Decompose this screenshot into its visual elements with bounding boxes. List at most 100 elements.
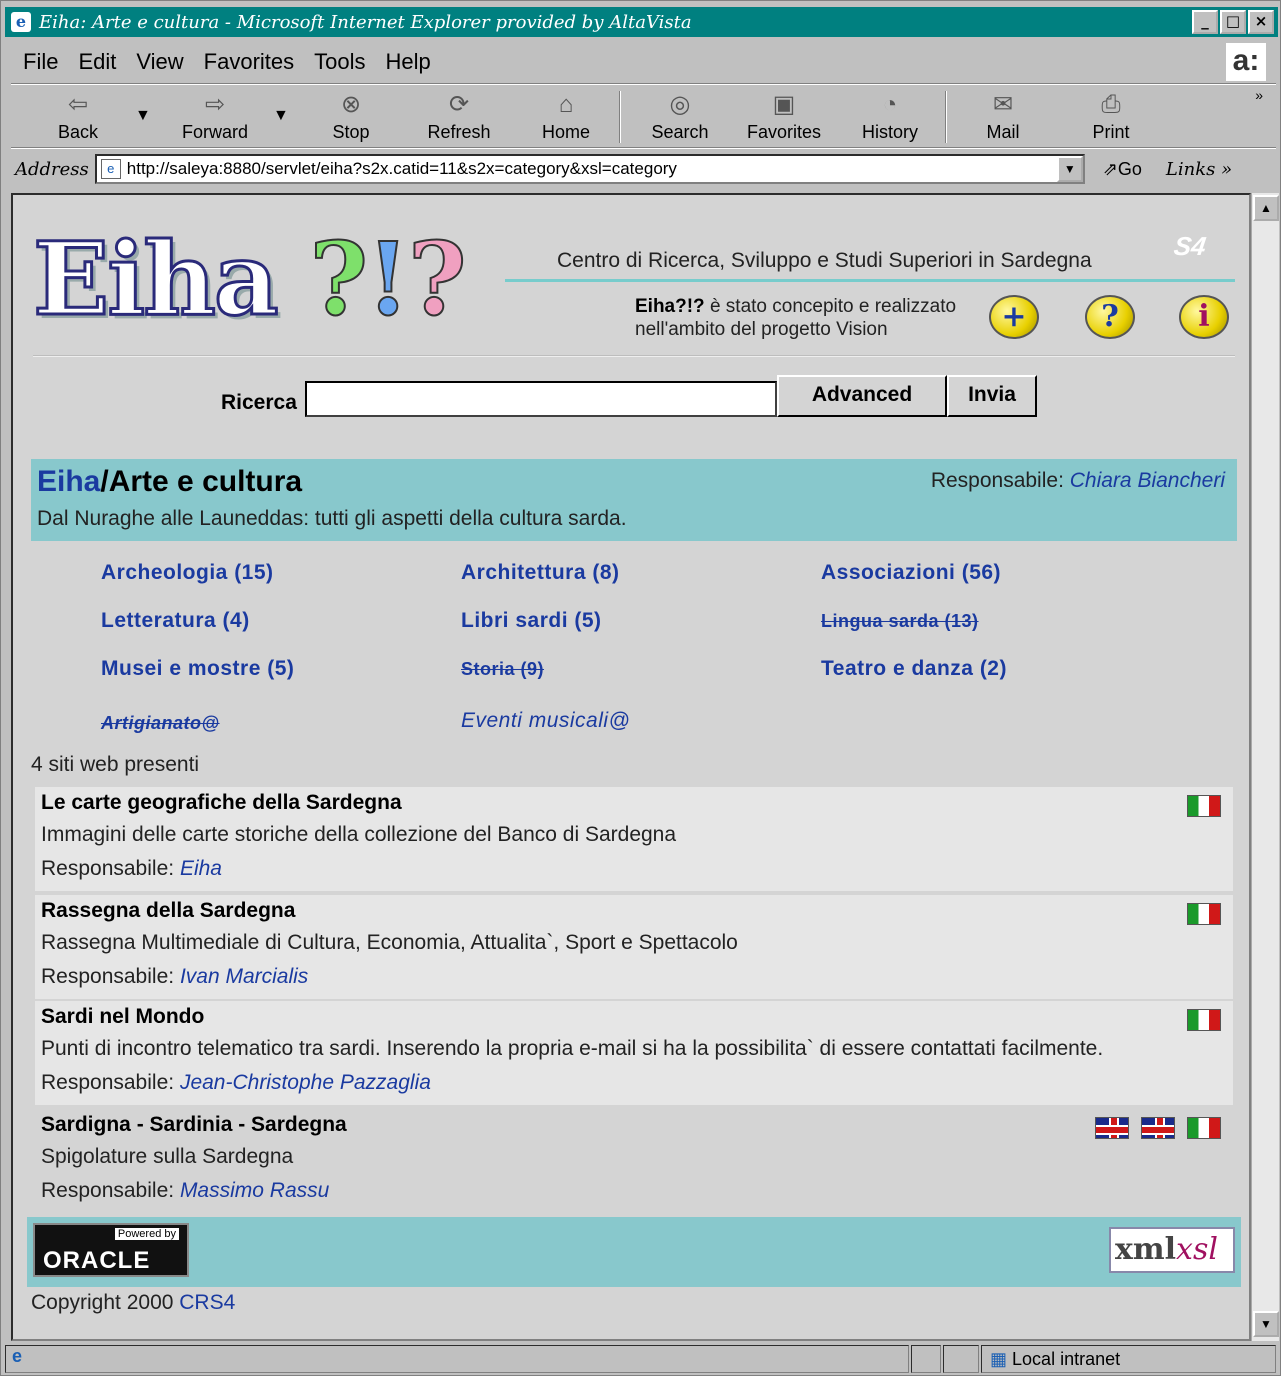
subcategory-eventi-musicali[interactable]: Eventi musicali@ [461,709,630,733]
mail-button[interactable]: ✉ Mail [973,87,1033,147]
category-header: Eiha/Arte e cultura Dal Nuraghe alle Lau… [31,459,1237,541]
site-title[interactable]: Sardi nel Mondo [41,1005,204,1029]
add-site-icon[interactable]: + [989,295,1039,339]
site-responsible-link[interactable]: Jean-Christophe Pazzaglia [180,1071,431,1094]
menu-file[interactable]: File [23,49,58,75]
forward-arrow-icon: ⇨ [204,91,226,118]
site-count: 4 siti web presenti [31,753,200,776]
menu-tools[interactable]: Tools [314,49,365,75]
site-title[interactable]: Sardigna - Sardinia - Sardegna [41,1113,347,1137]
subcategory-libri-sardi[interactable]: Libri sardi (5) [461,609,602,633]
status-text-cell: e [5,1345,909,1373]
favorites-icon: ▣ [772,91,796,118]
menu-view[interactable]: View [136,49,183,75]
site-title[interactable]: Rassegna della Sardegna [41,899,295,923]
print-button[interactable]: ⎙ Print [1083,87,1139,147]
address-dropdown-icon[interactable]: ▼ [1056,156,1083,182]
header-divider [33,355,1235,357]
italian-flag-icon [1187,1009,1221,1031]
back-arrow-icon: ⇦ [67,91,89,118]
stop-button[interactable]: ⊗ Stop [321,87,381,147]
subcategory-letteratura[interactable]: Letteratura (4) [101,609,250,633]
page-content: Eiha ?!? Centro di Ricerca, Sviluppo e S… [11,193,1251,1341]
subcategory-teatro-danza[interactable]: Teatro e danza (2) [821,657,1007,681]
subcategory-architettura[interactable]: Architettura (8) [461,561,620,585]
page-status-icon: e [12,1346,23,1366]
close-button[interactable]: × [1248,10,1274,34]
italian-flag-icon [1187,795,1221,817]
subcategory-associazioni[interactable]: Associazioni (56) [821,561,1001,585]
site-description: Rassegna Multimediale di Cultura, Econom… [41,931,738,954]
site-responsible: Responsabile: Eiha [41,857,222,880]
forward-dropdown-icon[interactable]: ▼ [273,107,289,125]
italian-flag-icon [1187,903,1221,925]
advanced-button[interactable]: Advanced [777,375,947,417]
oracle-logo[interactable]: Powered by ORACLE [33,1223,189,1277]
address-input[interactable]: e http://saleya:8880/servlet/eiha?s2x.ca… [94,154,1085,184]
home-icon: ⌂ [558,91,574,118]
breadcrumb-root[interactable]: Eiha [37,465,100,498]
header-rule [505,279,1235,282]
zone-cell: ▦ Local intranet [981,1345,1276,1373]
subcategory-lingua-sarda[interactable]: Lingua sarda (13) [821,611,979,632]
subcategory-archeologia[interactable]: Archeologia (15) [101,561,274,585]
info-icon[interactable]: i [1179,295,1229,339]
crs4-link[interactable]: CRS4 [179,1291,235,1314]
address-url: http://saleya:8880/servlet/eiha?s2x.cati… [126,159,677,178]
links-button[interactable]: Links » [1166,159,1232,180]
menu-bar: File Edit View Favorites Tools Help [15,43,443,81]
responsible-link[interactable]: Chiara Biancheri [1070,469,1225,492]
back-dropdown-icon[interactable]: ▼ [135,107,151,125]
menu-help[interactable]: Help [386,49,431,75]
invia-button[interactable]: Invia [947,375,1037,417]
search-label: Ricerca [221,391,297,414]
site-responsible-link[interactable]: Massimo Rassu [180,1179,329,1202]
site-responsible-link[interactable]: Eiha [180,857,222,880]
help-icon[interactable]: ? [1085,295,1135,339]
vertical-scrollbar[interactable]: ▲ ▼ [1251,193,1279,1341]
eiha-info: Eiha?!? è stato concepito e realizzato n… [635,296,957,340]
minimize-button[interactable]: _ [1192,10,1218,34]
category-responsible: Responsabile: Chiara Biancheri [930,469,1225,492]
uk-flag-icon [1141,1117,1175,1139]
home-button[interactable]: ⌂ Home [533,87,599,147]
site-responsible-link[interactable]: Ivan Marcialis [180,965,308,988]
site-title[interactable]: Le carte geografiche della Sardegna [41,791,402,815]
scroll-up-icon[interactable]: ▲ [1253,195,1279,221]
crs4-logo[interactable]: S4 [1156,223,1224,269]
scroll-down-icon[interactable]: ▼ [1253,1311,1279,1337]
maximize-button[interactable]: □ [1220,10,1246,34]
history-icon: ◔ [882,91,898,118]
browser-window: e Eiha: Arte e cultura - Microsoft Inter… [0,0,1281,1376]
window-title: Eiha: Arte e cultura - Microsoft Interne… [39,11,692,33]
subcategory-artigianato[interactable]: Artigianato@ [101,713,220,734]
eiha-logo[interactable]: Eiha ?!? [32,228,468,331]
site-description: Spigolature sulla Sardegna [41,1145,294,1168]
subcategory-storia[interactable]: Storia (9) [461,659,544,680]
search-input[interactable] [305,381,777,417]
intranet-icon: ▦ [990,1349,1008,1369]
menu-edit[interactable]: Edit [78,49,116,75]
xmlxsl-logo[interactable]: xmlxsl [1109,1227,1235,1273]
site-item: Sardi nel Mondo Punti di incontro telema… [35,1001,1233,1105]
search-button[interactable]: ◎ Search [645,87,715,147]
back-button[interactable]: ⇦ Back [43,87,113,147]
menu-favorites[interactable]: Favorites [204,49,294,75]
subcategory-musei-mostre[interactable]: Musei e mostre (5) [101,657,294,681]
site-description: Immagini delle carte storiche della coll… [41,823,677,846]
site-responsible: Responsabile: Jean-Christophe Pazzaglia [41,1071,431,1094]
toolbar-overflow-icon[interactable]: » [1255,87,1263,103]
altavista-logo: a: [1226,43,1266,81]
site-item: Le carte geografiche della Sardegna Imma… [35,787,1233,891]
forward-button[interactable]: ⇨ Forward [175,87,255,147]
go-button[interactable]: ⇗Go [1103,159,1142,180]
italian-flag-icon [1187,1117,1221,1139]
uk-flag-icon [1095,1117,1129,1139]
favorites-button[interactable]: ▣ Favorites [741,87,827,147]
site-item: Sardigna - Sardinia - Sardegna Spigolatu… [35,1109,1233,1213]
category-title: Arte e cultura [108,465,303,498]
refresh-button[interactable]: ⟳ Refresh [419,87,499,147]
page-icon: e [100,159,121,179]
address-label: Address [15,158,89,180]
history-button[interactable]: ◔ History [857,87,923,147]
